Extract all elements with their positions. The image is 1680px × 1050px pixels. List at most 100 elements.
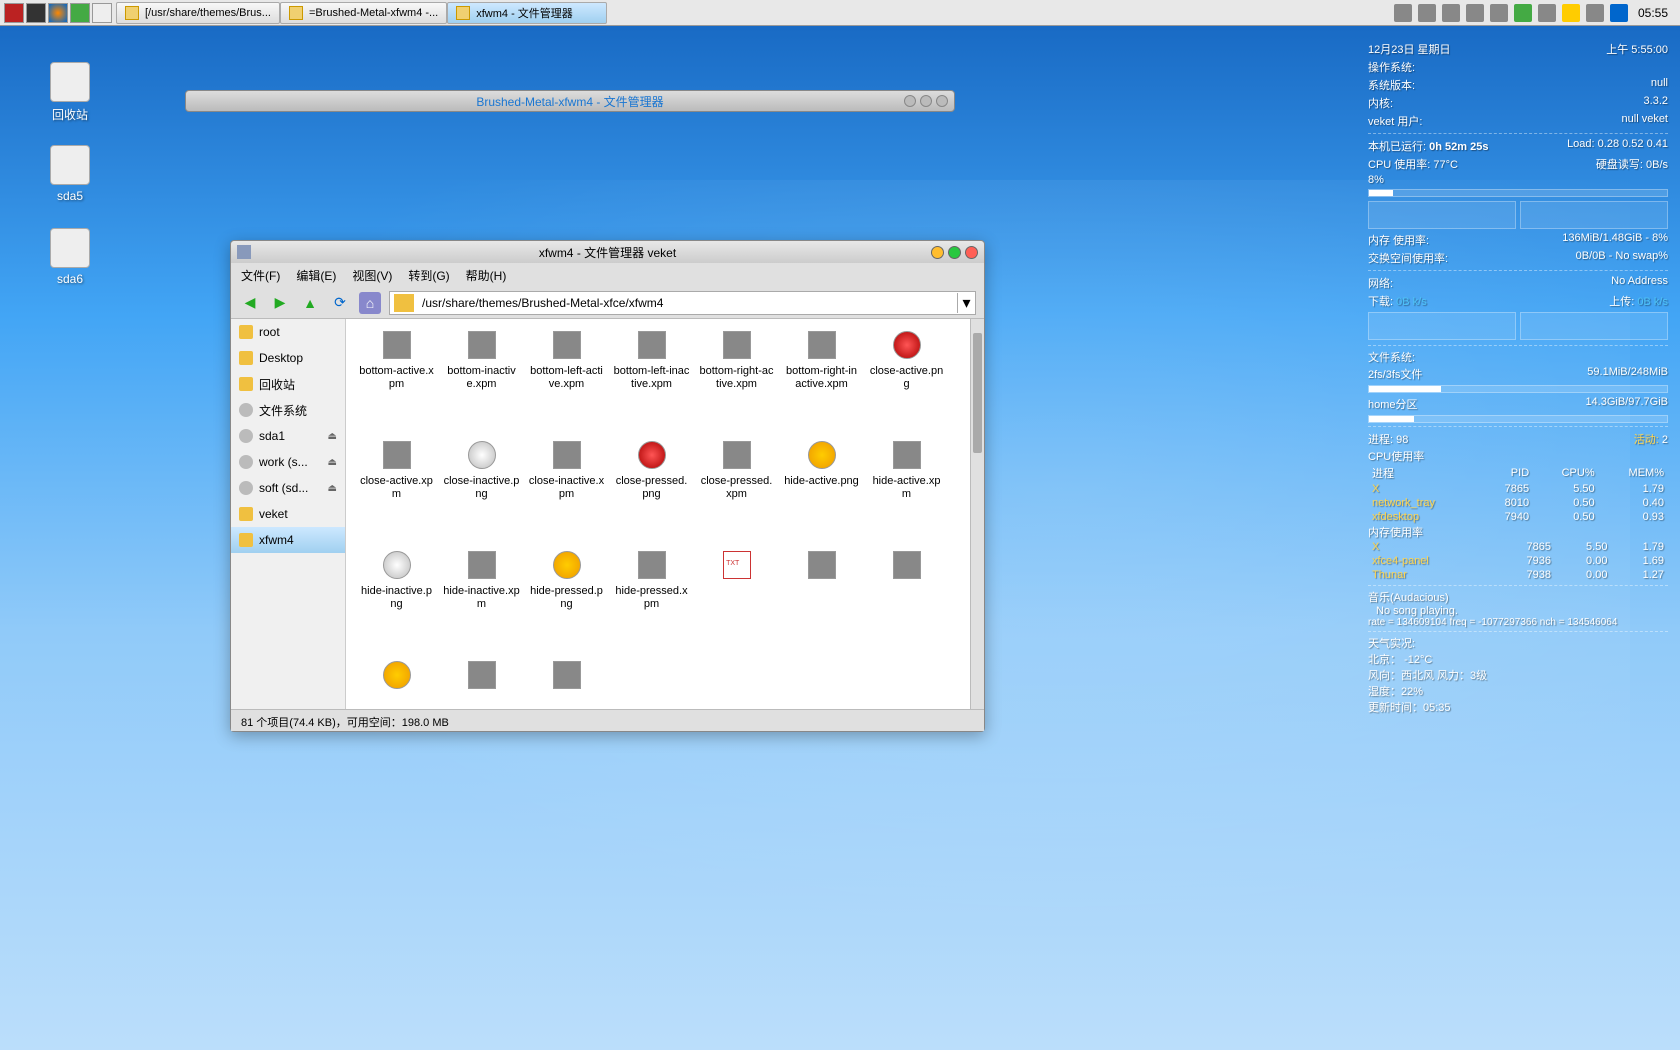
launcher-firefox-icon[interactable] — [48, 3, 68, 23]
file-name: hide-active.xpm — [868, 475, 945, 501]
menu-view[interactable]: 视图(V) — [352, 267, 392, 284]
td: 0.40 — [1599, 496, 1668, 510]
home-button[interactable]: ⌂ — [359, 292, 381, 314]
tray-icon[interactable] — [1610, 4, 1628, 22]
background-window-titlebar[interactable]: Brushed-Metal-xfwm4 - 文件管理器 — [185, 90, 955, 112]
sidebar-item[interactable]: root — [231, 319, 345, 345]
scrollbar[interactable] — [970, 319, 984, 709]
launcher-icon[interactable] — [26, 3, 46, 23]
scrollbar-thumb[interactable] — [973, 333, 982, 453]
desktop-icon-drive[interactable]: sda5 — [30, 145, 110, 203]
forward-button[interactable]: ▶ — [269, 292, 291, 314]
sidebar-item[interactable]: veket — [231, 501, 345, 527]
tray-battery-icon[interactable] — [1514, 4, 1532, 22]
file-item[interactable] — [354, 657, 439, 709]
value: 14.3GiB/97.7GiB — [1585, 396, 1668, 412]
close-icon[interactable] — [936, 95, 948, 107]
clock[interactable]: 05:55 — [1634, 6, 1672, 20]
file-item[interactable]: hide-inactive.xpm — [439, 547, 524, 657]
minimize-icon[interactable] — [904, 95, 916, 107]
file-item[interactable]: bottom-active.xpm — [354, 327, 439, 437]
sidebar-item[interactable]: 回收站 — [231, 371, 345, 397]
tray-icon[interactable] — [1442, 4, 1460, 22]
sidebar-item[interactable]: xfwm4 — [231, 527, 345, 553]
trash-icon — [50, 62, 90, 102]
desktop-icon-drive[interactable]: sda6 — [30, 228, 110, 286]
tray-icon[interactable] — [1466, 4, 1484, 22]
eject-icon[interactable]: ⏏ — [328, 483, 337, 494]
file-item[interactable]: hide-active.xpm — [864, 437, 949, 547]
value: 更新时间：05:35 — [1368, 699, 1668, 715]
value: null — [1651, 77, 1668, 93]
launcher-icon[interactable] — [70, 3, 90, 23]
minimize-button[interactable] — [931, 246, 944, 259]
label: veket 用户: — [1368, 113, 1422, 129]
close-button[interactable] — [965, 246, 978, 259]
td: network_tray — [1368, 496, 1481, 510]
tray-power-icon[interactable] — [1562, 4, 1580, 22]
value: -12°C — [1404, 654, 1432, 666]
file-item[interactable]: hide-pressed.png — [524, 547, 609, 657]
eject-icon[interactable]: ⏏ — [328, 431, 337, 442]
fs-bar — [1368, 385, 1668, 393]
menu-edit[interactable]: 编辑(E) — [296, 267, 336, 284]
file-item[interactable] — [779, 547, 864, 657]
file-item[interactable]: bottom-left-inactive.xpm — [609, 327, 694, 437]
file-item[interactable]: close-inactive.png — [439, 437, 524, 547]
file-item[interactable]: hide-active.png — [779, 437, 864, 547]
file-item[interactable]: hide-inactive.png — [354, 547, 439, 657]
file-item[interactable]: close-active.xpm — [354, 437, 439, 547]
label: 内存 使用率: — [1368, 232, 1429, 248]
sidebar-item[interactable]: work (s...⏏ — [231, 449, 345, 475]
file-item[interactable] — [439, 657, 524, 709]
maximize-button[interactable] — [948, 246, 961, 259]
td: 0.50 — [1533, 510, 1598, 524]
menu-file[interactable]: 文件(F) — [241, 267, 280, 284]
sidebar-item[interactable]: sda1⏏ — [231, 423, 345, 449]
desktop-icon-trash[interactable]: 回收站 — [30, 62, 110, 123]
path-input[interactable] — [418, 296, 957, 310]
tray-volume-icon[interactable] — [1586, 4, 1604, 22]
folder-icon — [239, 325, 253, 339]
sidebar-item[interactable]: 文件系统 — [231, 397, 345, 423]
file-item[interactable]: bottom-right-inactive.xpm — [779, 327, 864, 437]
task-button[interactable]: xfwm4 - 文件管理器 — [447, 2, 607, 24]
path-dropdown[interactable]: ▾ — [957, 293, 975, 313]
file-item[interactable] — [524, 657, 609, 709]
tray-icon[interactable] — [1418, 4, 1436, 22]
launcher-icon[interactable] — [4, 3, 24, 23]
file-item[interactable]: close-pressed.png — [609, 437, 694, 547]
file-item[interactable]: hide-pressed.xpm — [609, 547, 694, 657]
task-label: [/usr/share/themes/Brus... — [145, 7, 271, 19]
file-item[interactable]: close-pressed.xpm — [694, 437, 779, 547]
tray-icon[interactable] — [1394, 4, 1412, 22]
eject-icon[interactable]: ⏏ — [328, 457, 337, 468]
file-item[interactable] — [694, 547, 779, 657]
maximize-icon[interactable] — [920, 95, 932, 107]
file-grid[interactable]: bottom-active.xpmbottom-inactive.xpmbott… — [346, 319, 984, 709]
task-button[interactable]: =Brushed-Metal-xfwm4 -... — [280, 2, 447, 24]
file-item[interactable] — [864, 547, 949, 657]
menu-go[interactable]: 转到(G) — [408, 267, 449, 284]
file-item[interactable]: bottom-inactive.xpm — [439, 327, 524, 437]
menu-help[interactable]: 帮助(H) — [466, 267, 507, 284]
window-titlebar[interactable]: xfwm4 - 文件管理器 veket — [231, 241, 984, 263]
value: 0B/s — [1646, 159, 1668, 171]
cpu-percent: 8% — [1368, 174, 1384, 186]
tray-icon[interactable] — [1538, 4, 1556, 22]
up-button[interactable]: ▲ — [299, 292, 321, 314]
file-item[interactable]: close-inactive.xpm — [524, 437, 609, 547]
folder-icon — [289, 6, 303, 20]
launcher-icon[interactable] — [92, 3, 112, 23]
file-item[interactable]: close-active.png — [864, 327, 949, 437]
refresh-button[interactable]: ⟳ — [329, 292, 351, 314]
sidebar-item[interactable]: soft (sd...⏏ — [231, 475, 345, 501]
task-button[interactable]: [/usr/share/themes/Brus... — [116, 2, 280, 24]
sidebar: rootDesktop回收站文件系统sda1⏏work (s...⏏soft (… — [231, 319, 346, 709]
file-item[interactable]: bottom-left-active.xpm — [524, 327, 609, 437]
tray-icon[interactable] — [1490, 4, 1508, 22]
file-item[interactable]: bottom-right-active.xpm — [694, 327, 779, 437]
back-button[interactable]: ◀ — [239, 292, 261, 314]
file-icon — [468, 331, 496, 359]
sidebar-item[interactable]: Desktop — [231, 345, 345, 371]
